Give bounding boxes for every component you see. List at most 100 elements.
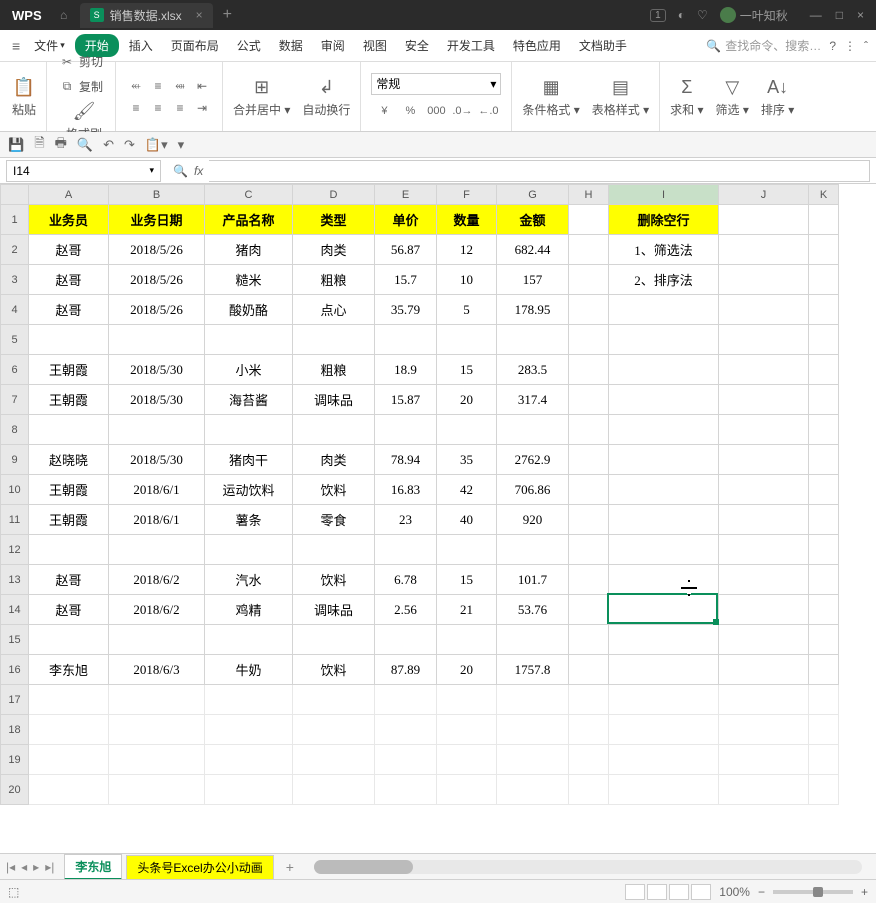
table-cell[interactable]: 粗粮 bbox=[293, 355, 375, 385]
table-cell[interactable]: 调味品 bbox=[293, 385, 375, 415]
notification-badge[interactable]: 1 bbox=[650, 9, 666, 22]
maximize-icon[interactable]: □ bbox=[836, 8, 843, 22]
table-cell[interactable]: 35 bbox=[437, 445, 497, 475]
table-cell[interactable]: 王朝霞 bbox=[29, 385, 109, 415]
menu-review[interactable]: 审阅 bbox=[313, 33, 353, 58]
paste-button[interactable]: 📋 粘贴 bbox=[12, 75, 36, 118]
row-header-15[interactable]: 15 bbox=[1, 625, 29, 655]
cut-button[interactable]: ✂剪切 bbox=[57, 51, 105, 72]
table-cell[interactable] bbox=[205, 535, 293, 565]
table-cell[interactable]: 920 bbox=[497, 505, 569, 535]
table-cell[interactable]: 2018/6/2 bbox=[109, 595, 205, 625]
table-cell[interactable]: 56.87 bbox=[375, 235, 437, 265]
col-header-E[interactable]: E bbox=[375, 185, 437, 205]
table-cell[interactable]: 赵晓晓 bbox=[29, 445, 109, 475]
table-cell[interactable]: 20 bbox=[437, 655, 497, 685]
undo-icon[interactable]: ↶ bbox=[103, 137, 114, 153]
page-view-icon[interactable] bbox=[647, 884, 667, 900]
more-icon[interactable]: ⋮ bbox=[844, 39, 856, 53]
table-cell[interactable]: 赵哥 bbox=[29, 595, 109, 625]
table-cell[interactable] bbox=[497, 415, 569, 445]
break-view-icon[interactable] bbox=[669, 884, 689, 900]
home-tab-icon[interactable]: ⌂ bbox=[50, 1, 78, 29]
table-cell[interactable]: 21 bbox=[437, 595, 497, 625]
table-cell[interactable]: 点心 bbox=[293, 295, 375, 325]
user-info[interactable]: 一叶知秋 bbox=[720, 7, 788, 24]
table-cell[interactable]: 2018/6/1 bbox=[109, 505, 205, 535]
row-header-6[interactable]: 6 bbox=[1, 355, 29, 385]
table-cell[interactable]: 78.94 bbox=[375, 445, 437, 475]
table-cell[interactable] bbox=[375, 535, 437, 565]
table-cell[interactable]: 赵哥 bbox=[29, 265, 109, 295]
sheet-tab-other[interactable]: 头条号Excel办公小动画 bbox=[126, 855, 273, 879]
name-box[interactable]: I14 ▾ bbox=[6, 160, 161, 182]
table-header[interactable]: 业务员 bbox=[29, 205, 109, 235]
row-header-2[interactable]: 2 bbox=[1, 235, 29, 265]
row-header-13[interactable]: 13 bbox=[1, 565, 29, 595]
table-cell[interactable]: 薯条 bbox=[205, 505, 293, 535]
table-cell[interactable]: 2018/5/30 bbox=[109, 385, 205, 415]
table-header[interactable]: 产品名称 bbox=[205, 205, 293, 235]
indent-decrease-icon[interactable]: ⇤ bbox=[192, 76, 212, 96]
table-cell[interactable] bbox=[29, 535, 109, 565]
table-cell[interactable]: 6.78 bbox=[375, 565, 437, 595]
table-cell[interactable]: 赵哥 bbox=[29, 295, 109, 325]
save-as-icon[interactable]: 🗎 bbox=[34, 134, 44, 156]
filter-button[interactable]: ▽ 筛选 ▾ bbox=[716, 75, 749, 118]
zoom-slider[interactable] bbox=[773, 890, 853, 894]
menu-dochelper[interactable]: 文档助手 bbox=[571, 33, 635, 58]
table-cell[interactable] bbox=[29, 325, 109, 355]
row-header-19[interactable]: 19 bbox=[1, 745, 29, 775]
menu-view[interactable]: 视图 bbox=[355, 33, 395, 58]
table-cell[interactable]: 王朝霞 bbox=[29, 355, 109, 385]
table-header[interactable]: 业务日期 bbox=[109, 205, 205, 235]
table-cell[interactable] bbox=[497, 325, 569, 355]
row-header-9[interactable]: 9 bbox=[1, 445, 29, 475]
first-sheet-icon[interactable]: |◂ bbox=[6, 860, 15, 874]
menu-dev[interactable]: 开发工具 bbox=[439, 33, 503, 58]
table-cell[interactable]: 283.5 bbox=[497, 355, 569, 385]
table-cell[interactable]: 317.4 bbox=[497, 385, 569, 415]
table-cell[interactable]: 706.86 bbox=[497, 475, 569, 505]
table-cell[interactable]: 101.7 bbox=[497, 565, 569, 595]
col-header-I[interactable]: I bbox=[609, 185, 719, 205]
table-cell[interactable] bbox=[109, 625, 205, 655]
row-header-10[interactable]: 10 bbox=[1, 475, 29, 505]
close-tab-icon[interactable]: × bbox=[196, 8, 203, 22]
collapse-ribbon-icon[interactable]: ˆ bbox=[864, 39, 868, 53]
file-tab[interactable]: S 销售数据.xlsx × bbox=[80, 3, 213, 28]
align-left-icon[interactable]: ≡ bbox=[126, 98, 146, 118]
table-cell[interactable]: 35.79 bbox=[375, 295, 437, 325]
col-header-J[interactable]: J bbox=[719, 185, 809, 205]
table-cell[interactable]: 15 bbox=[437, 565, 497, 595]
row-header-12[interactable]: 12 bbox=[1, 535, 29, 565]
table-cell[interactable]: 牛奶 bbox=[205, 655, 293, 685]
last-sheet-icon[interactable]: ▸| bbox=[45, 860, 54, 874]
table-cell[interactable]: 李东旭 bbox=[29, 655, 109, 685]
menu-special[interactable]: 特色应用 bbox=[505, 33, 569, 58]
copy-button[interactable]: ⧉复制 bbox=[57, 76, 105, 97]
table-cell[interactable] bbox=[437, 325, 497, 355]
col-header-G[interactable]: G bbox=[497, 185, 569, 205]
command-search[interactable]: 🔍 查找命令、搜索… bbox=[706, 37, 821, 54]
table-cell[interactable]: 酸奶酪 bbox=[205, 295, 293, 325]
row-header-16[interactable]: 16 bbox=[1, 655, 29, 685]
align-center-icon[interactable]: ≡ bbox=[148, 98, 168, 118]
table-cell[interactable]: 鸡精 bbox=[205, 595, 293, 625]
table-header[interactable]: 金额 bbox=[497, 205, 569, 235]
table-cell[interactable] bbox=[497, 535, 569, 565]
table-header[interactable]: 类型 bbox=[293, 205, 375, 235]
table-cell[interactable]: 2018/6/1 bbox=[109, 475, 205, 505]
align-top-icon[interactable]: ⬴ bbox=[126, 76, 146, 96]
align-right-icon[interactable]: ≡ bbox=[170, 98, 190, 118]
table-cell[interactable] bbox=[293, 325, 375, 355]
table-cell[interactable]: 糙米 bbox=[205, 265, 293, 295]
table-cell[interactable]: 42 bbox=[437, 475, 497, 505]
col-header-D[interactable]: D bbox=[293, 185, 375, 205]
table-cell[interactable]: 猪肉干 bbox=[205, 445, 293, 475]
table-cell[interactable]: 猪肉 bbox=[205, 235, 293, 265]
horizontal-scrollbar[interactable] bbox=[314, 860, 862, 874]
indent-increase-icon[interactable]: ⇥ bbox=[192, 98, 212, 118]
table-cell[interactable]: 饮料 bbox=[293, 565, 375, 595]
row-header-5[interactable]: 5 bbox=[1, 325, 29, 355]
